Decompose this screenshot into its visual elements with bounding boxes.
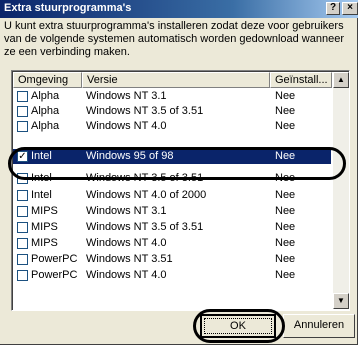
row-version: Windows NT 3.5 of 3.51 [86, 221, 204, 233]
row-checkbox[interactable] [17, 190, 28, 201]
row-checkbox[interactable] [17, 238, 28, 249]
row-checkbox-checked[interactable]: ✓ [17, 151, 28, 162]
driver-row[interactable]: PowerPC Windows NT 3.51 Nee [13, 252, 331, 267]
row-checkbox[interactable] [17, 106, 28, 117]
row-installed: Nee [275, 269, 296, 281]
row-installed: Nee [275, 221, 296, 233]
row-environment: MIPS [31, 237, 58, 249]
driver-row-selected[interactable]: ✓ Intel Windows 95 of 98 Nee [13, 149, 331, 164]
row-checkbox[interactable] [17, 222, 28, 233]
row-checkbox[interactable] [17, 254, 28, 265]
row-installed: Nee [275, 120, 296, 132]
row-environment: PowerPC [31, 269, 78, 281]
row-installed: Nee [275, 90, 296, 102]
extra-drivers-dialog: Extra stuurprogramma's ? × U kunt extra … [0, 0, 358, 345]
row-installed: Nee [275, 189, 296, 201]
row-installed: Nee [275, 205, 296, 217]
row-version: Windows NT 4.0 [86, 120, 167, 132]
cancel-button[interactable]: Annuleren [283, 314, 355, 338]
row-installed: Nee [275, 105, 296, 117]
column-header-installed[interactable]: Geïnstall... [270, 72, 332, 88]
row-installed: Nee [275, 253, 296, 265]
driver-row[interactable]: MIPS Windows NT 3.5 of 3.51 Nee [13, 220, 331, 235]
row-checkbox[interactable] [17, 173, 28, 184]
row-version: Windows NT 4.0 [86, 269, 167, 281]
row-environment: MIPS [31, 205, 58, 217]
ok-button[interactable]: OK [200, 314, 276, 338]
dialog-title: Extra stuurprogramma's [4, 2, 132, 14]
row-environment: Intel [31, 150, 52, 162]
driver-row[interactable]: Intel Windows NT 3.5 of 3.51 Nee [13, 171, 331, 186]
column-header-environment[interactable]: Omgeving [13, 72, 82, 88]
row-version: Windows NT 3.5 of 3.51 [86, 172, 204, 184]
help-button[interactable]: ? [326, 2, 340, 15]
row-environment: Intel [31, 172, 52, 184]
row-version: Windows NT 3.5 of 3.51 [86, 105, 204, 117]
driver-row-partial [13, 164, 331, 171]
row-version: Windows NT 3.51 [86, 253, 173, 265]
row-checkbox[interactable] [17, 121, 28, 132]
row-version: Windows 95 of 98 [86, 150, 174, 162]
vertical-scrollbar[interactable]: ▲ ▼ [333, 72, 349, 309]
row-installed: Nee [275, 237, 296, 249]
row-checkbox[interactable] [17, 206, 28, 217]
driver-row[interactable]: MIPS Windows NT 3.1 Nee [13, 204, 331, 219]
row-version: Windows NT 3.1 [86, 205, 167, 217]
driver-row[interactable]: Alpha Windows NT 3.5 of 3.51 Nee [13, 104, 331, 119]
row-checkbox[interactable] [17, 270, 28, 281]
row-environment: Intel [31, 189, 52, 201]
row-environment: MIPS [31, 221, 58, 233]
row-environment: Alpha [31, 90, 60, 102]
driver-row[interactable]: Alpha Windows NT 4.0 Nee [13, 119, 331, 134]
row-checkbox[interactable] [17, 91, 28, 102]
driver-list: Omgeving Versie Geïnstall... Alpha Windo… [11, 70, 350, 311]
scroll-up-icon[interactable]: ▲ [333, 72, 349, 88]
scroll-down-icon[interactable]: ▼ [333, 293, 349, 309]
row-version: Windows NT 4.0 [86, 237, 167, 249]
intro-text: U kunt extra stuurprogramma's installere… [4, 20, 344, 58]
row-environment: Alpha [31, 105, 60, 117]
driver-row-partial [13, 134, 331, 141]
row-version: Windows NT 3.1 [86, 90, 167, 102]
row-installed: Nee [275, 150, 296, 162]
row-version: Windows NT 4.0 of 2000 [86, 189, 207, 201]
driver-row[interactable]: Intel Windows NT 4.0 of 2000 Nee [13, 188, 331, 203]
row-installed: Nee [275, 172, 296, 184]
column-header-version[interactable]: Versie [82, 72, 270, 88]
title-bar: Extra stuurprogramma's [0, 0, 358, 18]
driver-row[interactable]: Alpha Windows NT 3.1 Nee [13, 89, 331, 104]
driver-row[interactable]: PowerPC Windows NT 4.0 Nee [13, 268, 331, 283]
row-environment: PowerPC [31, 253, 78, 265]
driver-row[interactable]: MIPS Windows NT 4.0 Nee [13, 236, 331, 251]
row-environment: Alpha [31, 120, 60, 132]
close-button[interactable]: × [342, 2, 358, 15]
